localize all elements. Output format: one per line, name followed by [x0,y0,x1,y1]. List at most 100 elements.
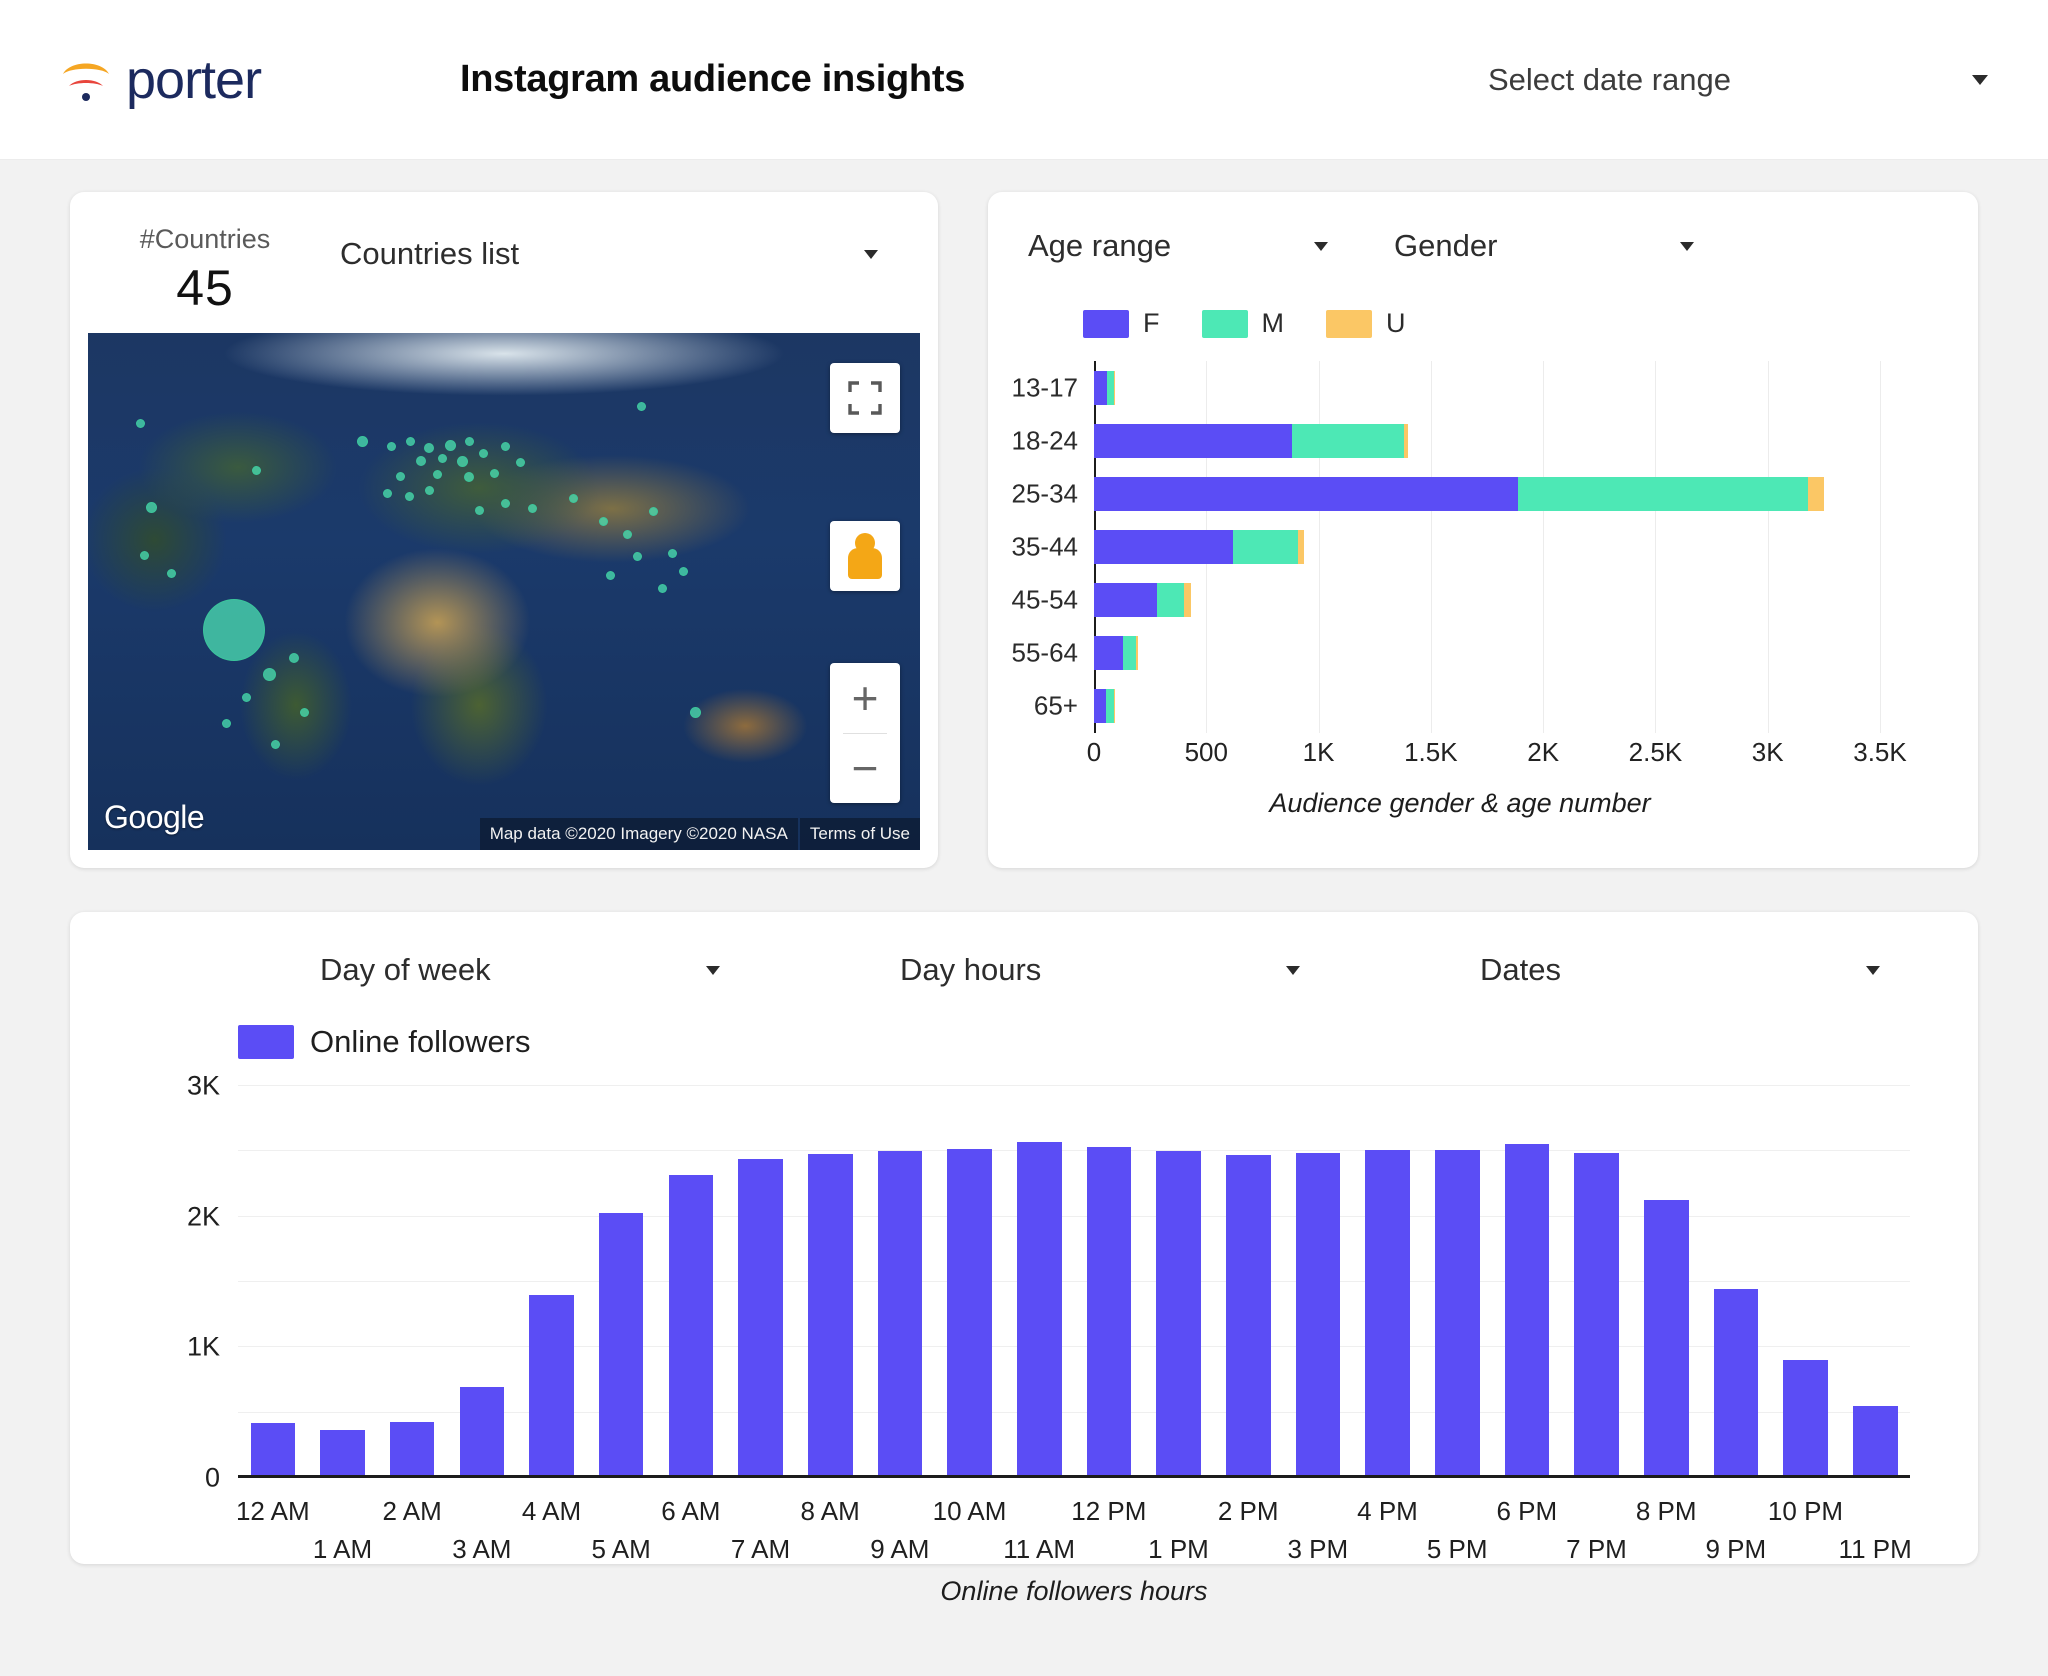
hours-bar-cell[interactable] [1422,1086,1492,1478]
gender-select[interactable]: Gender [1394,228,1694,264]
gender-bar-row[interactable]: 35-44 [1012,530,1880,564]
hours-bar-cell[interactable] [1004,1086,1074,1478]
bar-segment-m[interactable] [1518,476,1809,511]
hours-bar[interactable] [1225,1155,1271,1478]
hours-bar[interactable] [807,1153,853,1478]
hours-bar-cell[interactable] [1840,1086,1910,1478]
hours-bar[interactable] [947,1148,992,1478]
bar-segment-u[interactable] [1808,476,1824,511]
hours-bar-cell[interactable] [447,1086,517,1478]
day-hours-select[interactable]: Day hours [900,952,1300,988]
bar-segment-u[interactable] [1298,530,1304,564]
legend-item-f[interactable]: F [1083,308,1160,339]
age-range-select[interactable]: Age range [1028,228,1328,264]
hours-bar[interactable] [1086,1147,1132,1478]
hours-bar-cell[interactable] [1144,1086,1214,1478]
bar-segment-m[interactable] [1106,689,1115,724]
bar-segment-u[interactable] [1114,370,1116,405]
hours-bar[interactable] [1434,1150,1480,1478]
hours-bar-cell[interactable] [1631,1086,1701,1478]
map-bubble [527,504,537,514]
hours-bar-cell[interactable] [586,1086,656,1478]
bar-segment-m[interactable] [1156,583,1184,618]
gender-y-axis-label: 18-24 [1011,425,1079,456]
bar-segment-m[interactable] [1291,423,1404,458]
bar-segment-f[interactable] [1094,689,1107,724]
hours-bar-cell[interactable] [726,1086,796,1478]
hours-bar-cell[interactable] [238,1086,308,1478]
hours-bar-cell[interactable] [1492,1086,1562,1478]
street-view-pegman-button[interactable] [830,521,900,591]
gender-bar-row[interactable]: 13-17 [1012,370,1880,405]
hours-bar[interactable] [1783,1360,1828,1478]
map-zoom-controls[interactable]: + − [830,663,900,803]
world-map[interactable]: + − Google Map data ©2020 Imagery ©2020 … [88,333,920,850]
gender-bar-row[interactable]: 25-34 [1012,476,1880,511]
hours-bar[interactable] [1574,1152,1619,1478]
map-fullscreen-button[interactable] [830,363,900,433]
hours-bar-cell[interactable] [377,1086,447,1478]
hours-bar-cell[interactable] [795,1086,865,1478]
bar-segment-f[interactable] [1094,530,1234,564]
hours-bar[interactable] [738,1159,783,1478]
day-of-week-select[interactable]: Day of week [320,952,720,988]
hours-bar[interactable] [877,1151,923,1478]
hours-bar-cell[interactable] [935,1086,1005,1478]
hours-bar[interactable] [1504,1143,1550,1478]
gender-bar-row[interactable]: 45-54 [1012,583,1880,618]
hours-bar-cell[interactable] [656,1086,726,1478]
legend-item-m[interactable]: M [1201,308,1284,339]
hours-bar[interactable] [529,1295,574,1478]
brand-logo[interactable]: porter [60,53,360,107]
hours-bar-cell[interactable] [308,1086,378,1478]
bar-segment-f[interactable] [1094,583,1157,618]
bar-segment-u[interactable] [1183,583,1191,618]
bar-segment-m[interactable] [1233,530,1299,564]
legend-item-u[interactable]: U [1326,308,1406,339]
bar-segment-f[interactable] [1094,423,1292,458]
bar-segment-f[interactable] [1094,636,1124,671]
hours-bar-cell[interactable] [865,1086,935,1478]
bar-segment-u[interactable] [1114,689,1116,724]
hours-bar[interactable] [1365,1150,1410,1478]
hours-bar[interactable] [668,1174,714,1478]
map-zoom-in-button[interactable]: + [830,664,900,733]
hours-bar[interactable] [598,1212,644,1478]
hours-bar[interactable] [389,1421,435,1478]
hours-bar[interactable] [1713,1288,1759,1478]
dates-select[interactable]: Dates [1480,952,1880,988]
hours-bar[interactable] [459,1386,505,1478]
dates-label: Dates [1480,952,1561,987]
hours-bar-cell[interactable] [1074,1086,1144,1478]
gender-x-tick-label: 500 [1184,737,1228,767]
hours-bar-cell[interactable] [1283,1086,1353,1478]
hours-bar[interactable] [320,1429,365,1478]
hours-bar-cell[interactable] [1353,1086,1423,1478]
hours-bar-cell[interactable] [1562,1086,1632,1478]
hours-bar-cell[interactable] [517,1086,587,1478]
countries-list-select[interactable]: Countries list [340,224,938,272]
hours-bar[interactable] [1643,1199,1689,1478]
date-range-select[interactable]: Select date range [1488,62,1988,98]
hours-bar[interactable] [1156,1151,1201,1478]
bar-segment-m[interactable] [1107,370,1115,405]
gender-x-tick-label: 2K [1527,737,1560,767]
map-zoom-out-button[interactable]: − [830,734,900,803]
hours-bar-cell[interactable] [1213,1086,1283,1478]
bar-segment-f[interactable] [1094,476,1519,511]
hours-bar-cell[interactable] [1771,1086,1841,1478]
gender-bar-row[interactable]: 65+ [1034,689,1880,724]
hours-bar[interactable] [250,1423,296,1478]
hours-bar[interactable] [1853,1406,1898,1478]
hours-bar[interactable] [1016,1142,1062,1478]
gender-bar-row[interactable]: 55-64 [1012,636,1880,671]
hours-bar-cell[interactable] [1701,1086,1771,1478]
bar-segment-u[interactable] [1135,636,1138,671]
bar-segment-m[interactable] [1123,636,1136,671]
bar-segment-u[interactable] [1403,423,1409,458]
gender-bar-row[interactable]: 18-24 [1012,423,1880,458]
hours-bar[interactable] [1295,1152,1341,1478]
bar-segment-f[interactable] [1094,370,1108,405]
map-terms-of-use-link[interactable]: Terms of Use [799,818,920,850]
hours-x-tick-label: 1 PM [1148,1534,1209,1564]
